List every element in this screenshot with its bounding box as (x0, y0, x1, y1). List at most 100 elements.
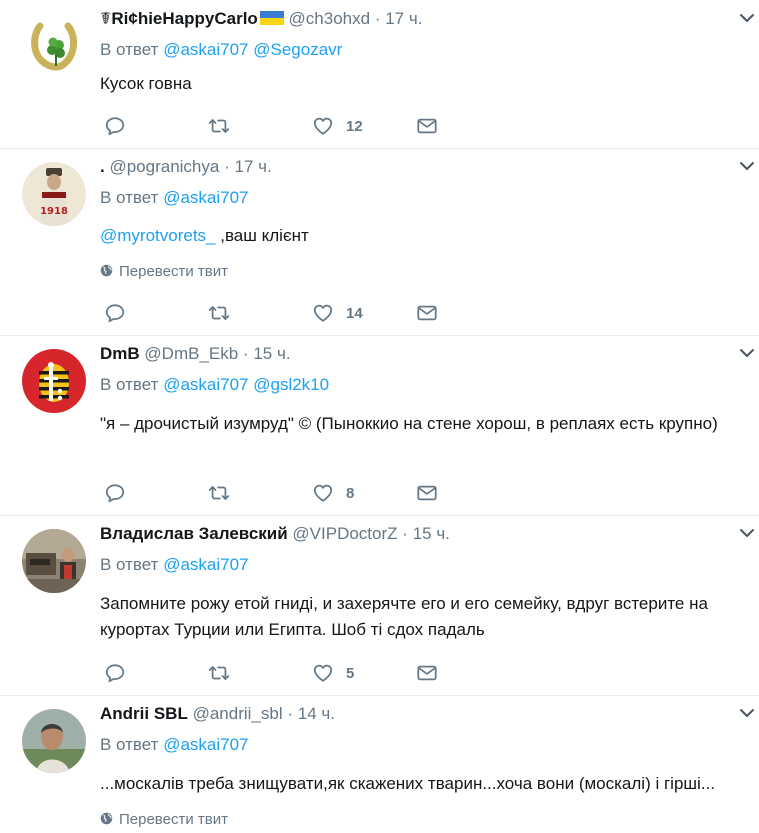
reply-prefix: В ответ (100, 735, 159, 754)
username[interactable]: @andrii_sbl (193, 704, 283, 723)
reply-to-link[interactable]: @askai707 (163, 375, 248, 394)
translate-label: Перевести твит (119, 811, 228, 828)
reply-to-link[interactable]: @askai707 (163, 735, 248, 754)
tweet-header: . @pogranichya · 17 ч. (100, 157, 272, 177)
tweet[interactable]: 1918 . @pogranichya · 17 ч. В ответ @ask… (0, 148, 759, 336)
retweet-button[interactable] (208, 481, 230, 505)
avatar-caption: 1918 (40, 206, 68, 217)
reply-icon (104, 302, 126, 324)
reply-button[interactable] (104, 301, 126, 325)
tweet-actions: 5 (100, 661, 500, 685)
reply-context: В ответ @askai707 (100, 188, 249, 208)
envelope-icon (416, 302, 438, 324)
tweet[interactable]: DmB @DmB_Ekb · 15 ч. В ответ @askai707 @… (0, 335, 759, 516)
tweet-text: Кусок говна (100, 74, 192, 93)
reply-context: В ответ @askai707 @gsl2k10 (100, 375, 329, 395)
envelope-icon (416, 482, 438, 504)
separator: · (402, 524, 408, 543)
display-name[interactable]: ☤Ri¢hieHappyCarlo (100, 9, 258, 28)
avatar[interactable] (22, 14, 86, 78)
separator: · (287, 704, 294, 723)
direct-message-button[interactable] (416, 114, 438, 138)
separator: · (374, 9, 381, 28)
chevron-down-icon[interactable] (739, 707, 755, 719)
avatar[interactable] (22, 529, 86, 593)
direct-message-button[interactable] (416, 301, 438, 325)
like-button[interactable]: 5 (312, 661, 354, 685)
username[interactable]: @VIPDoctorZ (292, 524, 397, 543)
reply-prefix: В ответ (100, 375, 159, 394)
reply-context: В ответ @askai707 @Segozavr (100, 40, 342, 60)
reply-prefix: В ответ (100, 188, 159, 207)
timestamp[interactable]: 15 ч. (413, 524, 450, 543)
translate-tweet-link[interactable]: Перевести твит (100, 811, 228, 828)
like-button[interactable]: 14 (312, 301, 363, 325)
avatar[interactable] (22, 709, 86, 773)
retweet-button[interactable] (208, 661, 230, 685)
display-name[interactable]: Владислав Залевский (100, 524, 288, 543)
username[interactable]: @ch3ohxd (289, 9, 371, 28)
reply-to-link[interactable]: @gsl2k10 (253, 375, 329, 394)
reply-button[interactable] (104, 481, 126, 505)
tweet-header: DmB @DmB_Ekb · 15 ч. (100, 344, 291, 364)
timestamp[interactable]: 14 ч. (298, 704, 335, 723)
reply-to-link[interactable]: @Segozavr (253, 40, 342, 59)
globe-icon (100, 812, 113, 825)
reply-to-link[interactable]: @askai707 (163, 188, 248, 207)
reply-icon (104, 115, 126, 137)
direct-message-button[interactable] (416, 481, 438, 505)
like-button[interactable]: 8 (312, 481, 354, 505)
chevron-down-icon[interactable] (739, 12, 755, 24)
chevron-down-icon[interactable] (739, 347, 755, 359)
heart-icon (312, 115, 334, 137)
avatar[interactable] (22, 349, 86, 413)
timestamp[interactable]: 15 ч. (253, 344, 290, 363)
envelope-icon (416, 662, 438, 684)
reply-context: В ответ @askai707 (100, 555, 249, 575)
direct-message-button[interactable] (416, 661, 438, 685)
like-button[interactable]: 12 (312, 114, 363, 138)
chevron-down-icon[interactable] (739, 160, 755, 172)
separator: · (242, 344, 249, 363)
timestamp[interactable]: 17 ч. (385, 9, 422, 28)
chevron-down-icon[interactable] (739, 527, 755, 539)
display-name[interactable]: Andrii SBL (100, 704, 188, 723)
globe-icon (100, 264, 113, 277)
timestamp[interactable]: 17 ч. (235, 157, 272, 176)
envelope-icon (416, 115, 438, 137)
like-count: 12 (346, 117, 363, 135)
reply-to-link[interactable]: @askai707 (163, 40, 248, 59)
heart-icon (312, 662, 334, 684)
reply-to-link[interactable]: @askai707 (163, 555, 248, 574)
room-photo-avatar-image (22, 529, 86, 593)
tweet-text: @myrotvorets_ ,ваш клієнт (100, 223, 759, 249)
display-name[interactable]: DmB (100, 344, 140, 363)
reply-context: В ответ @askai707 (100, 735, 249, 755)
tweet[interactable]: ☤Ri¢hieHappyCarlo @ch3ohxd · 17 ч. В отв… (0, 0, 759, 149)
tweet-actions: 12 (100, 114, 500, 138)
translate-tweet-link[interactable]: Перевести твит (100, 263, 228, 280)
reply-button[interactable] (104, 114, 126, 138)
like-count: 14 (346, 304, 363, 322)
retweet-button[interactable] (208, 114, 230, 138)
heart-icon (312, 302, 334, 324)
separator: · (224, 157, 230, 176)
tweet[interactable]: Владислав Залевский @VIPDoctorZ · 15 ч. … (0, 515, 759, 696)
display-name[interactable]: . (100, 157, 105, 176)
tweet[interactable]: Andrii SBL @andrii_sbl · 14 ч. В ответ @… (0, 695, 759, 833)
tweet-header: Andrii SBL @andrii_sbl · 14 ч. (100, 704, 335, 724)
retweet-icon (208, 662, 230, 684)
portrait-photo-avatar-image (22, 709, 86, 773)
translate-label: Перевести твит (119, 263, 228, 280)
username[interactable]: @pogranichya (109, 157, 219, 176)
tweet-actions: 8 (100, 481, 500, 505)
mention-link[interactable]: @myrotvorets_ (100, 226, 216, 245)
cossack-portrait-avatar-image: 1918 (22, 162, 86, 226)
retweet-button[interactable] (208, 301, 230, 325)
retweet-icon (208, 482, 230, 504)
like-count: 5 (346, 664, 355, 682)
reply-prefix: В ответ (100, 555, 159, 574)
reply-button[interactable] (104, 661, 126, 685)
avatar[interactable]: 1918 (22, 162, 86, 226)
username[interactable]: @DmB_Ekb (144, 344, 238, 363)
